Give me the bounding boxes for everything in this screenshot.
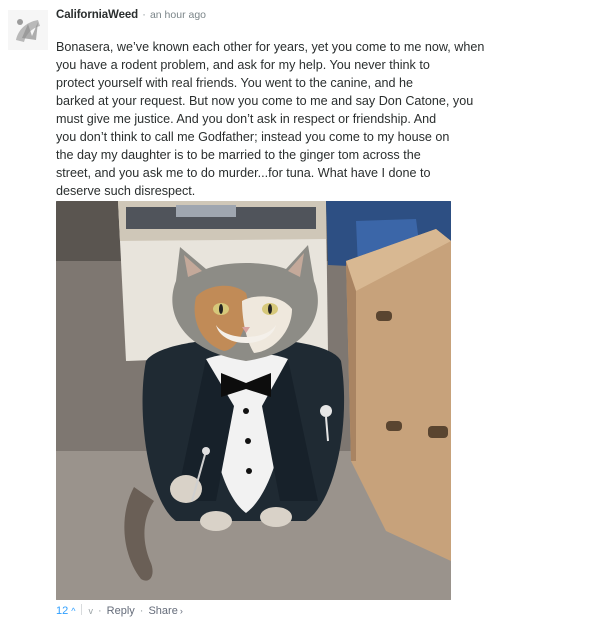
- vote-count: 12: [56, 605, 69, 617]
- footer-dot: ·: [97, 605, 102, 617]
- footer-dot: ·: [139, 605, 144, 617]
- reply-link[interactable]: Reply: [107, 605, 135, 617]
- comment-body: Bonasera, we’ve known each other for yea…: [56, 40, 485, 198]
- comment-header: CaliforniaWeed · an hour ago: [56, 8, 206, 22]
- chevron-right-icon: ›: [179, 606, 183, 616]
- comment-image[interactable]: [56, 201, 451, 600]
- header-separator: ·: [142, 9, 146, 21]
- avatar[interactable]: [8, 10, 48, 50]
- vote-divider: [81, 604, 83, 615]
- timestamp[interactable]: an hour ago: [150, 9, 206, 21]
- upvote-icon[interactable]: ^: [71, 604, 75, 618]
- author-name[interactable]: CaliforniaWeed: [56, 9, 138, 21]
- comment-footer: 12 ^ v · Reply · Share ›: [56, 604, 183, 618]
- downvote-icon[interactable]: v: [88, 604, 93, 618]
- share-link[interactable]: Share: [148, 605, 177, 617]
- avatar-image: [8, 10, 48, 50]
- cat-in-tuxedo-photo: [56, 201, 451, 600]
